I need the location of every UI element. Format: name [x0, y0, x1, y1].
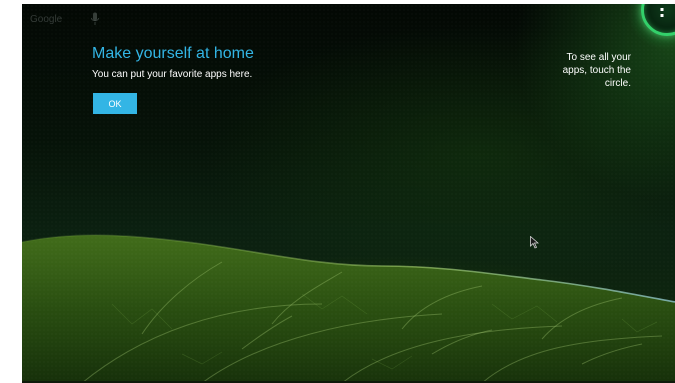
search-bar[interactable]: Google	[30, 10, 100, 28]
mic-icon[interactable]	[90, 12, 100, 26]
home-screen: Google Make yourself at home You can put…	[22, 4, 675, 383]
cling-title: Make yourself at home	[92, 45, 254, 62]
cling-body-text: You can put your favorite apps here.	[92, 69, 253, 80]
ok-button[interactable]: OK	[93, 93, 137, 114]
all-apps-button[interactable]	[641, 4, 675, 36]
mouse-cursor-icon	[530, 236, 539, 249]
all-apps-hint: To see all your apps, touch the circle.	[521, 51, 631, 90]
all-apps-hint-line: apps, touch the	[562, 65, 631, 76]
all-apps-hint-line: To see all your	[566, 52, 631, 63]
all-apps-icon	[660, 8, 664, 17]
google-search-label[interactable]: Google	[30, 14, 62, 25]
all-apps-hint-line: circle.	[604, 78, 631, 89]
